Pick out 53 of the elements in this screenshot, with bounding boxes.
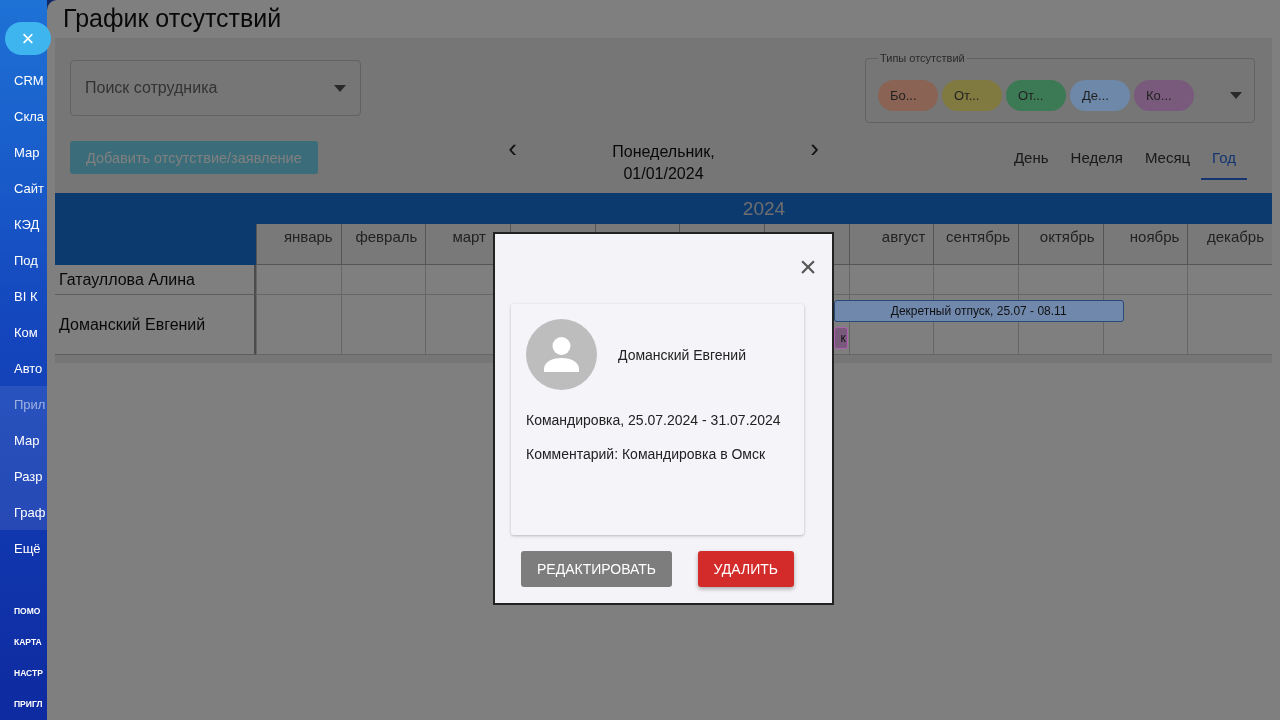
month-header: ноябрь — [1102, 224, 1188, 265]
delete-button[interactable]: УДАЛИТЬ — [697, 551, 794, 587]
view-tab[interactable]: День — [1002, 141, 1060, 180]
avatar-icon — [526, 319, 597, 390]
month-header: декабрь — [1187, 224, 1272, 265]
date-label: 01/01/2024 — [623, 165, 704, 183]
month-header: октябрь — [1018, 224, 1103, 265]
month-header: сентябрь — [933, 224, 1018, 265]
type-chip[interactable]: От... — [1006, 79, 1066, 111]
sidebar-item[interactable]: Мар — [0, 422, 47, 458]
month-header: август — [848, 224, 934, 265]
sidebar-item[interactable]: CRM — [0, 62, 47, 98]
employee-name: Доманский Евгений — [55, 295, 256, 355]
caret-icon — [334, 84, 346, 92]
type-chip[interactable]: Ко... — [1134, 79, 1194, 111]
previous-button[interactable]: ‹ — [504, 135, 521, 161]
close-button[interactable]: × — [794, 250, 822, 284]
view-tab[interactable]: Месяц — [1133, 141, 1202, 180]
view-tab[interactable]: Неделя — [1059, 141, 1134, 180]
sidebar-item[interactable]: Ещё — [0, 530, 47, 566]
search-field[interactable]: Поиск сотрудника — [70, 60, 361, 116]
type-chip[interactable]: Де... — [1070, 79, 1130, 111]
page-title: График отсутствий — [62, 3, 283, 34]
comment-text: Комментарий: Командировка в Омск — [526, 446, 767, 462]
month-header: январь — [256, 224, 341, 265]
sidebar-item[interactable]: BI К — [0, 278, 47, 314]
absence-period: Командировка, 25.07.2024 - 31.07.2024 — [526, 412, 782, 428]
sidebar-item[interactable]: Под — [0, 242, 47, 278]
sidebar-item[interactable]: Разр — [0, 458, 47, 494]
sidebar-item[interactable]: Прил — [0, 386, 47, 422]
sidebar-item[interactable]: Мар — [0, 134, 47, 170]
next-button[interactable]: › — [806, 135, 823, 161]
weekday-label: Понедельник, — [612, 143, 715, 161]
year-header: 2024 — [256, 193, 1272, 224]
absence-bar[interactable]: Декретный отпуск, 25.07 - 08.11 — [833, 300, 1124, 322]
footer-link[interactable]: КАРТА — [0, 637, 47, 668]
employee-name: Гатауллова Алина — [55, 265, 256, 295]
sidebar-item[interactable]: Граф — [0, 494, 47, 530]
sidebar-item[interactable]: Авто — [0, 350, 47, 386]
month-header: февраль — [340, 224, 426, 265]
sidebar-item[interactable]: Скла — [0, 98, 47, 134]
footer-link[interactable]: НАСТР — [0, 668, 47, 699]
footer-link[interactable]: ПРИГЛ — [0, 699, 47, 720]
absence-types-field[interactable]: Типы отсутствий Бо... От... От... Де... Ко... — [865, 52, 1255, 123]
sidebar-item[interactable]: КЭД — [0, 206, 47, 242]
type-chip[interactable]: Бо... — [878, 79, 938, 111]
employee-name: Доманский Евгений — [618, 346, 746, 363]
type-chip[interactable]: От... — [942, 79, 1002, 111]
sidebar-item[interactable]: Ком — [0, 314, 47, 350]
caret-icon — [1230, 91, 1242, 99]
sidebar-item[interactable]: Сайт — [0, 170, 47, 206]
edit-button[interactable]: РЕДАКТИРОВАТЬ — [521, 551, 673, 587]
footer-link[interactable]: ПОМО — [0, 606, 47, 637]
